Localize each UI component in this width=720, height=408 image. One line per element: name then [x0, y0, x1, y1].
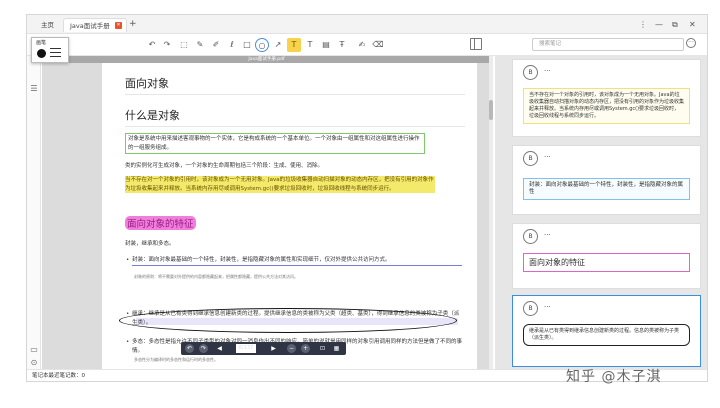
note-quote: 继承是从已有类得到继承信息创建新类的过程。信息的类被称为子类（派生类）。 — [523, 324, 690, 346]
maximize-button[interactable]: ⧉ — [672, 18, 678, 31]
note-menu-icon[interactable]: ... — [544, 65, 551, 73]
signature-icon[interactable]: ✍ — [355, 38, 369, 52]
note-card[interactable]: B ... 封装：面向对象最基础的一个特性，封装性，是指隐藏对象的属性 — [512, 145, 701, 215]
title-bar: 主页 Java面试手册 ✕ + ⋮ — ⧉ ✕ — [27, 15, 707, 34]
more-options-icon[interactable]: ··· — [686, 38, 696, 48]
outline-icon[interactable]: ☰ — [29, 84, 39, 94]
new-tab-button[interactable]: + — [129, 18, 137, 31]
bullet-encapsulation[interactable]: 封装：面向对象最基础的一个特性，封装性，是指隐藏对象的属性和实现细节，仅对外提供… — [126, 256, 462, 266]
text-highlight-icon[interactable]: T — [287, 38, 301, 52]
text-icon[interactable]: T — [303, 38, 317, 52]
note-quote: 面向对象的特征 — [523, 253, 690, 272]
left-sidebar: ☰ ▭ ⊙ — [27, 56, 41, 369]
toggle-panel-icon[interactable] — [470, 38, 482, 50]
select-icon[interactable]: ⬚ — [177, 38, 191, 52]
annotation-toolbar: ↶ ↷ ⬚ ✎ ✐ ℓ □ ○ ↗ T T ▤ Ŧ ✍ ⌫ 搜索笔记 ··· — [27, 34, 707, 56]
heading-what-is-object: 什么是对象 — [125, 109, 180, 122]
menu-icon[interactable]: ⋮ — [639, 18, 647, 31]
scrollbar-thumb[interactable] — [489, 100, 493, 120]
divider — [125, 126, 465, 127]
notes-panel: B ... 当不存在对一个对象的引用时，该对象成为一个无用对象。Java的垃圾收… — [495, 56, 707, 369]
note-menu-icon[interactable]: ... — [544, 151, 551, 159]
zoom-out-icon[interactable]: − — [287, 344, 296, 353]
page-navigation-bar: ↶ ↷ ◀ 8/137 ▶ − + ⊡ ▦ — [181, 342, 346, 355]
paragraph-features: 封装，继承和多态。 — [125, 241, 175, 247]
stroke-width-icon[interactable] — [50, 48, 61, 57]
note-encapsulation: 封装的原则：将不需要对外提供的内容都隐藏起来，把属性都隐藏，提供公共方法对其访问… — [134, 274, 298, 279]
document-viewer[interactable]: Java面试手册.pdf 面向对象 什么是对象 对象是系统中用来描述客观事物的一… — [42, 56, 491, 369]
pen-icon[interactable]: ✎ — [193, 38, 207, 52]
note-badge: B — [523, 229, 538, 244]
textbox-icon[interactable]: Ŧ — [335, 38, 349, 52]
note-icon[interactable]: ▤ — [319, 38, 333, 52]
heading-oop-features[interactable]: 面向对象的特征 — [125, 216, 196, 230]
pen-color-swatch[interactable] — [37, 49, 46, 58]
tab-document-label: Java面试手册 — [70, 22, 110, 30]
highlighter-icon[interactable]: ℓ — [225, 38, 239, 52]
file-name-banner: Java面试手册.pdf — [42, 56, 491, 63]
undo-icon[interactable]: ↶ — [145, 38, 159, 52]
paragraph-object-definition[interactable]: 对象是系统中用来描述客观事物的一个实体，它是构成系统的一个基本单位。一个对象由一… — [125, 133, 425, 154]
next-chapter-icon[interactable]: ↷ — [199, 344, 208, 353]
note-badge: B — [523, 301, 538, 316]
document-scrollbar[interactable] — [489, 56, 493, 369]
note-polymorphism: 多态性分为编译时的多态性和运行时的多态性。 — [134, 357, 218, 362]
settings-icon[interactable]: ⊙ — [29, 358, 39, 368]
divider — [125, 94, 465, 95]
note-menu-icon[interactable]: ... — [544, 301, 551, 309]
circle-annotation[interactable] — [119, 308, 457, 333]
redo-icon[interactable]: ↷ — [160, 38, 174, 52]
note-menu-icon[interactable]: ... — [544, 229, 551, 237]
page-indicator[interactable]: 8/137 — [236, 344, 256, 353]
tab-home[interactable]: 主页 — [35, 18, 60, 32]
pen-style-popup: 画笔 — [31, 37, 69, 63]
paragraph-lifecycle[interactable]: 类的实例化可生成对象，一个对象的生命周期包括三个阶段：生成、使用、消除。 — [125, 162, 460, 171]
fit-page-icon[interactable]: ⊡ — [318, 344, 327, 353]
note-card[interactable]: B ... 面向对象的特征 — [512, 223, 701, 289]
tab-document[interactable]: Java面试手册 ✕ — [63, 18, 127, 32]
page-icon[interactable]: ▭ — [29, 345, 39, 355]
heading-oop: 面向对象 — [125, 77, 169, 90]
note-badge: B — [523, 151, 538, 166]
grid-view-icon[interactable]: ▦ — [332, 344, 341, 353]
pen-style-label: 画笔 — [36, 40, 47, 46]
arrow-icon[interactable]: ↗ — [271, 38, 285, 52]
zoom-in-icon[interactable]: + — [301, 344, 310, 353]
prev-page-icon[interactable]: ◀ — [215, 344, 224, 353]
pdf-page[interactable]: 面向对象 什么是对象 对象是系统中用来描述客观事物的一个实体，它是构成系统的一个… — [102, 63, 477, 369]
note-card-selected[interactable]: B ... 继承是从已有类得到继承信息创建新类的过程。信息的类被称为子类（派生类… — [512, 295, 701, 367]
eraser-icon[interactable]: ⌫ — [371, 38, 385, 52]
app-window: 主页 Java面试手册 ✕ + ⋮ — ⧉ ✕ ↶ ↷ ⬚ ✎ ✐ ℓ □ ○ … — [26, 14, 708, 382]
note-quote: 封装：面向对象最基础的一个特性，封装性，是指隐藏对象的属性 — [523, 178, 690, 200]
watermark: 知乎 @木子淇 — [566, 369, 662, 385]
close-window-button[interactable]: ✕ — [689, 18, 696, 31]
close-tab-icon[interactable]: ✕ — [115, 22, 122, 29]
next-page-icon[interactable]: ▶ — [269, 344, 278, 353]
prev-chapter-icon[interactable]: ↶ — [185, 344, 194, 353]
note-card[interactable]: B ... 当不存在对一个对象的引用时，该对象成为一个无用对象。Java的垃圾收… — [512, 59, 701, 137]
notes-search-input[interactable]: 搜索笔记 — [532, 38, 684, 51]
rectangle-icon[interactable]: □ — [240, 38, 254, 52]
note-badge: B — [523, 65, 538, 80]
minimize-button[interactable]: — — [655, 18, 663, 31]
circle-icon[interactable]: ○ — [255, 38, 269, 52]
pencil-icon[interactable]: ✐ — [209, 38, 223, 52]
note-quote: 当不存在对一个对象的引用时，该对象成为一个无用对象。Java的垃圾收集器自动扫描… — [523, 88, 690, 124]
paragraph-gc-highlighted[interactable]: 当不存在对一个对象的引用时，该对象成为一个无用对象。Java的垃圾收集器自动扫描… — [125, 176, 435, 193]
